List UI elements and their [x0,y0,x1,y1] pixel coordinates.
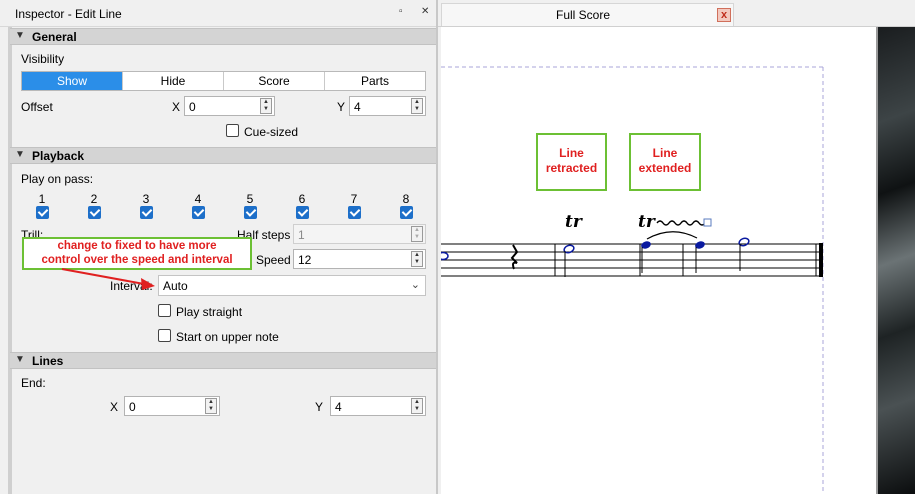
close-tab-icon[interactable]: x [717,8,731,22]
inspector-panel: Inspector - Edit Line ▫ ✕ ▼ General Visi… [0,0,438,494]
tab-full-score[interactable]: Full Score x [441,3,734,26]
score-tabbar: Full Score x [438,0,915,27]
trill-symbol-extended[interactable]: tr [638,212,655,232]
end-y-value[interactable]: 4 [335,400,342,414]
trill-line[interactable] [656,220,706,226]
note-head[interactable] [441,251,449,261]
end-x-spinbox[interactable]: 0 ▲ ▼ [124,396,220,416]
annotation-arrow-icon [61,268,155,290]
end-label: End: [21,376,46,390]
trill-end-handle[interactable] [703,218,712,227]
desktop-background [878,27,915,494]
score-canvas[interactable]: tr tr Line retracted Line extended [441,27,878,494]
spin-arrows-icon[interactable]: ▲ ▼ [411,398,423,414]
annotation-text: extended [638,161,692,175]
collapse-triangle-icon[interactable]: ▼ [15,354,25,365]
tab-full-score-label: Full Score [556,8,611,22]
annotation-line-retracted: Line retracted [536,133,607,191]
tie-slur[interactable] [646,231,698,240]
end-y-spinbox[interactable]: 4 ▲ ▼ [330,396,426,416]
end-x-value[interactable]: 0 [129,400,136,414]
section-lines[interactable]: ▼ Lines [10,352,436,369]
end-x-label: X [110,400,119,414]
annotation-text: Line [652,146,678,160]
trill-symbol-retracted[interactable]: tr [565,212,582,232]
end-y-label: Y [315,400,324,414]
annotation-text: Line [559,146,584,160]
section-lines-label: Lines [32,354,64,368]
score-panel: Full Score x tr tr Line retracted Line e… [438,0,915,494]
annotation-line-extended: Line extended [629,133,701,191]
quarter-rest-icon[interactable] [510,244,519,270]
score-notes[interactable] [441,27,878,494]
spin-arrows-icon[interactable]: ▲ ▼ [205,398,217,414]
annotation-text: retracted [545,161,598,175]
